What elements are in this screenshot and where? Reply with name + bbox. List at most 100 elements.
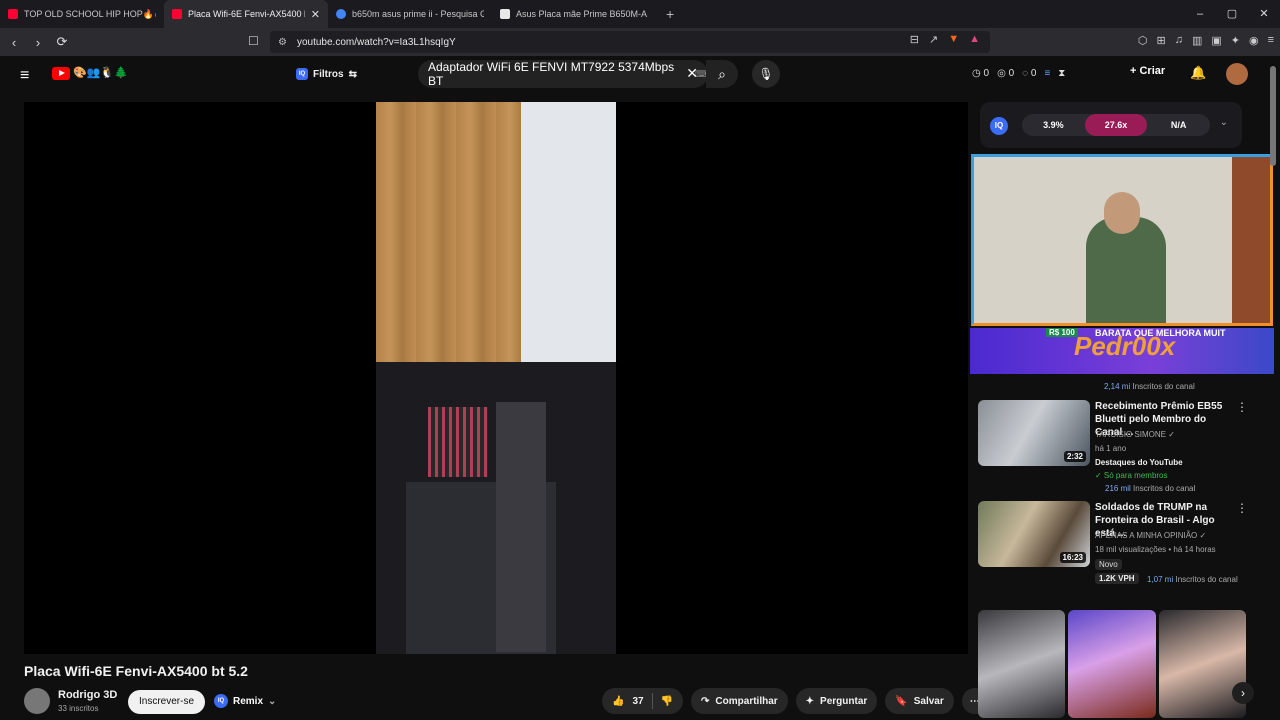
webcam-overlay xyxy=(971,154,1273,326)
channel-avatar[interactable] xyxy=(24,688,50,714)
rec-thumbnail[interactable]: 2:32 xyxy=(978,400,1090,466)
iq-stat-outlier[interactable]: 27.6x xyxy=(1084,114,1148,136)
rec-duration: 2:32 xyxy=(1063,451,1086,462)
back-button[interactable]: ‹ xyxy=(4,35,24,50)
recommendation-item[interactable]: 16:23 Soldados de TRUMP na Fronteira do B… xyxy=(978,501,1268,584)
rec-subscribers: 2,14 mi Inscritos do canal xyxy=(1104,382,1195,391)
hourglass-icon[interactable]: ⧗ xyxy=(1058,68,1065,79)
rec-channel[interactable]: TARCISIO SIMONE ✓ xyxy=(1095,430,1175,439)
tab-title: TOP OLD SCHOOL HIP HOP🔥🔥 Ice xyxy=(24,8,156,19)
iq-extension-icon: IQ xyxy=(296,68,308,80)
notifications-bell-icon[interactable]: 🔔 xyxy=(1190,65,1206,81)
short-thumbnail[interactable] xyxy=(978,610,1066,718)
music-icon[interactable]: ♫ xyxy=(1175,34,1183,47)
filters-icon: ⇆ xyxy=(348,68,357,80)
webcam-head xyxy=(1104,192,1140,234)
extension-icon[interactable]: ⬡ xyxy=(1138,34,1148,47)
hamburger-menu-icon[interactable]: ≡ xyxy=(20,67,29,85)
iq-stat-engagement[interactable]: 3.9% xyxy=(1022,114,1085,136)
video-graphics-card xyxy=(496,402,546,652)
subscribe-button[interactable]: Inscrever-se xyxy=(128,690,205,714)
tab-title: Asus Placa mãe Prime B650M-A WiFi xyxy=(516,9,648,19)
sparkle-icon: ✦ xyxy=(805,695,815,707)
ask-label: Perguntar xyxy=(820,695,868,707)
wallet-icon[interactable]: ▣ xyxy=(1211,34,1221,47)
rewards-icon[interactable]: ▲ xyxy=(969,33,980,46)
new-tab-button[interactable]: + xyxy=(666,6,674,22)
remix-button[interactable]: IQ Remix ⌄ xyxy=(214,694,276,708)
iq-stats-bar: IQ 3.9% 27.6x N/A ⌄ xyxy=(980,102,1242,148)
rec-new-badge: Novo xyxy=(1095,559,1122,570)
search-input[interactable]: Adaptador WiFi 6E FENVI MT7922 5374Mbps … xyxy=(418,60,708,88)
url-field[interactable]: ⚙ youtube.com/watch?v=Ia3L1hsqIgY xyxy=(270,31,990,53)
tab-google-search[interactable]: b650m asus prime ii - Pesquisa Goog xyxy=(328,0,492,28)
reload-button[interactable]: ⟳ xyxy=(52,34,72,50)
rec-thumbnail[interactable]: 16:23 xyxy=(978,501,1090,567)
iq-extension-icon[interactable]: IQ xyxy=(990,117,1008,135)
rec-subs-count: 216 mil xyxy=(1105,484,1131,493)
video-wood-door xyxy=(376,102,521,362)
iq-stat-na[interactable]: N/A xyxy=(1147,114,1210,136)
thumbs-down-icon[interactable]: 👎 xyxy=(661,696,673,707)
bookmark-icon[interactable]: ☐ xyxy=(248,34,259,48)
share-label: Compartilhar xyxy=(715,695,778,707)
list-icon[interactable]: ≡ xyxy=(1044,68,1050,79)
create-button[interactable]: + Criar xyxy=(1130,65,1165,77)
youtube-logo[interactable] xyxy=(52,67,70,80)
rec-title-line: Soldados de TRUMP na xyxy=(1095,502,1208,513)
close-window-button[interactable]: ✕ xyxy=(1248,0,1280,28)
more-options-icon[interactable]: ⋮ xyxy=(1236,501,1248,515)
more-options-icon[interactable]: ⋮ xyxy=(1236,400,1248,414)
voice-search-button[interactable]: 🎙 xyxy=(752,60,780,88)
leo-icon[interactable]: ✦ xyxy=(1231,34,1240,47)
video-ram-leds xyxy=(428,407,488,477)
like-button[interactable]: 👍 37 👎 xyxy=(602,688,684,714)
youtube-favicon-icon xyxy=(8,9,18,19)
browser-menu-icon[interactable]: ≡ xyxy=(1268,34,1274,47)
minimize-button[interactable]: – xyxy=(1184,0,1216,28)
logo-doodle[interactable]: 🎨👥🐧🌲 xyxy=(73,66,128,79)
short-thumbnail[interactable] xyxy=(1158,610,1246,718)
channel-name[interactable]: Rodrigo 3D xyxy=(58,689,117,701)
tab-placa-wifi[interactable]: Placa Wifi-6E Fenvi-AX5400 bt 5.2 ✕ xyxy=(164,0,328,28)
counter-eye[interactable]: ◎ 0 xyxy=(997,68,1014,79)
extension-counters: ◷ 0 ◎ 0 ◌ 0 ≡ ⧗ xyxy=(972,68,1065,79)
account-avatar[interactable] xyxy=(1226,63,1248,85)
save-button[interactable]: 🔖 Salvar xyxy=(885,688,954,714)
google-favicon-icon xyxy=(336,9,346,19)
page-scrollbar[interactable] xyxy=(1270,66,1276,166)
share-button[interactable]: ↷ Compartilhar xyxy=(691,688,788,714)
rec-meta: há 1 ano xyxy=(1095,444,1127,453)
filters-button[interactable]: IQ Filtros ⇆ xyxy=(296,64,357,84)
sidebar-icon[interactable]: ▥ xyxy=(1192,34,1202,47)
clear-search-icon[interactable]: ✕ xyxy=(686,65,698,82)
video-player[interactable] xyxy=(24,102,968,654)
cast-icon[interactable]: ⊟ xyxy=(910,33,919,46)
rec-channel[interactable]: APENAS A MINHA OPINIÃO ✓ xyxy=(1095,531,1206,540)
site-settings-icon[interactable]: ⚙ xyxy=(278,37,287,48)
tab-hiphop[interactable]: TOP OLD SCHOOL HIP HOP🔥🔥 Ice xyxy=(0,0,164,28)
extension-icon[interactable]: ⊞ xyxy=(1156,34,1165,47)
thumbs-up-icon: 👍 xyxy=(612,695,625,707)
video-actions: 👍 37 👎 ↷ Compartilhar ✦ Perguntar 🔖 Salv… xyxy=(602,688,988,714)
shield-icon[interactable]: ▼ xyxy=(948,33,959,46)
counter-circle[interactable]: ◌ 0 xyxy=(1022,68,1036,79)
rec-members-only: ✓ Só para membros xyxy=(1095,471,1168,480)
remix-label: Remix xyxy=(233,695,264,707)
youtube-favicon-icon xyxy=(172,9,182,19)
short-thumbnail[interactable] xyxy=(1068,610,1156,718)
shorts-next-button[interactable]: › xyxy=(1232,682,1254,704)
search-button[interactable]: ⌕ xyxy=(706,60,738,88)
share-page-icon[interactable]: ↗ xyxy=(929,33,938,46)
recommendation-item[interactable]: 2:32 Recebimento Prêmio EB55 Bluetti pelo… xyxy=(978,400,1268,493)
close-tab-icon[interactable]: ✕ xyxy=(311,8,320,21)
chevron-down-icon[interactable]: ⌄ xyxy=(1220,117,1228,128)
counter-clock[interactable]: ◷ 0 xyxy=(972,68,989,79)
ask-button[interactable]: ✦ Perguntar xyxy=(795,688,878,714)
iq-stats-group: 3.9% 27.6x N/A xyxy=(1022,114,1210,136)
maximize-button[interactable]: ▢ xyxy=(1216,0,1248,28)
tab-asus-placa[interactable]: Asus Placa mãe Prime B650M-A WiFi xyxy=(492,0,656,28)
video-frame xyxy=(376,102,616,654)
vpn-icon[interactable]: ◉ xyxy=(1249,34,1259,47)
forward-button[interactable]: › xyxy=(28,35,48,50)
